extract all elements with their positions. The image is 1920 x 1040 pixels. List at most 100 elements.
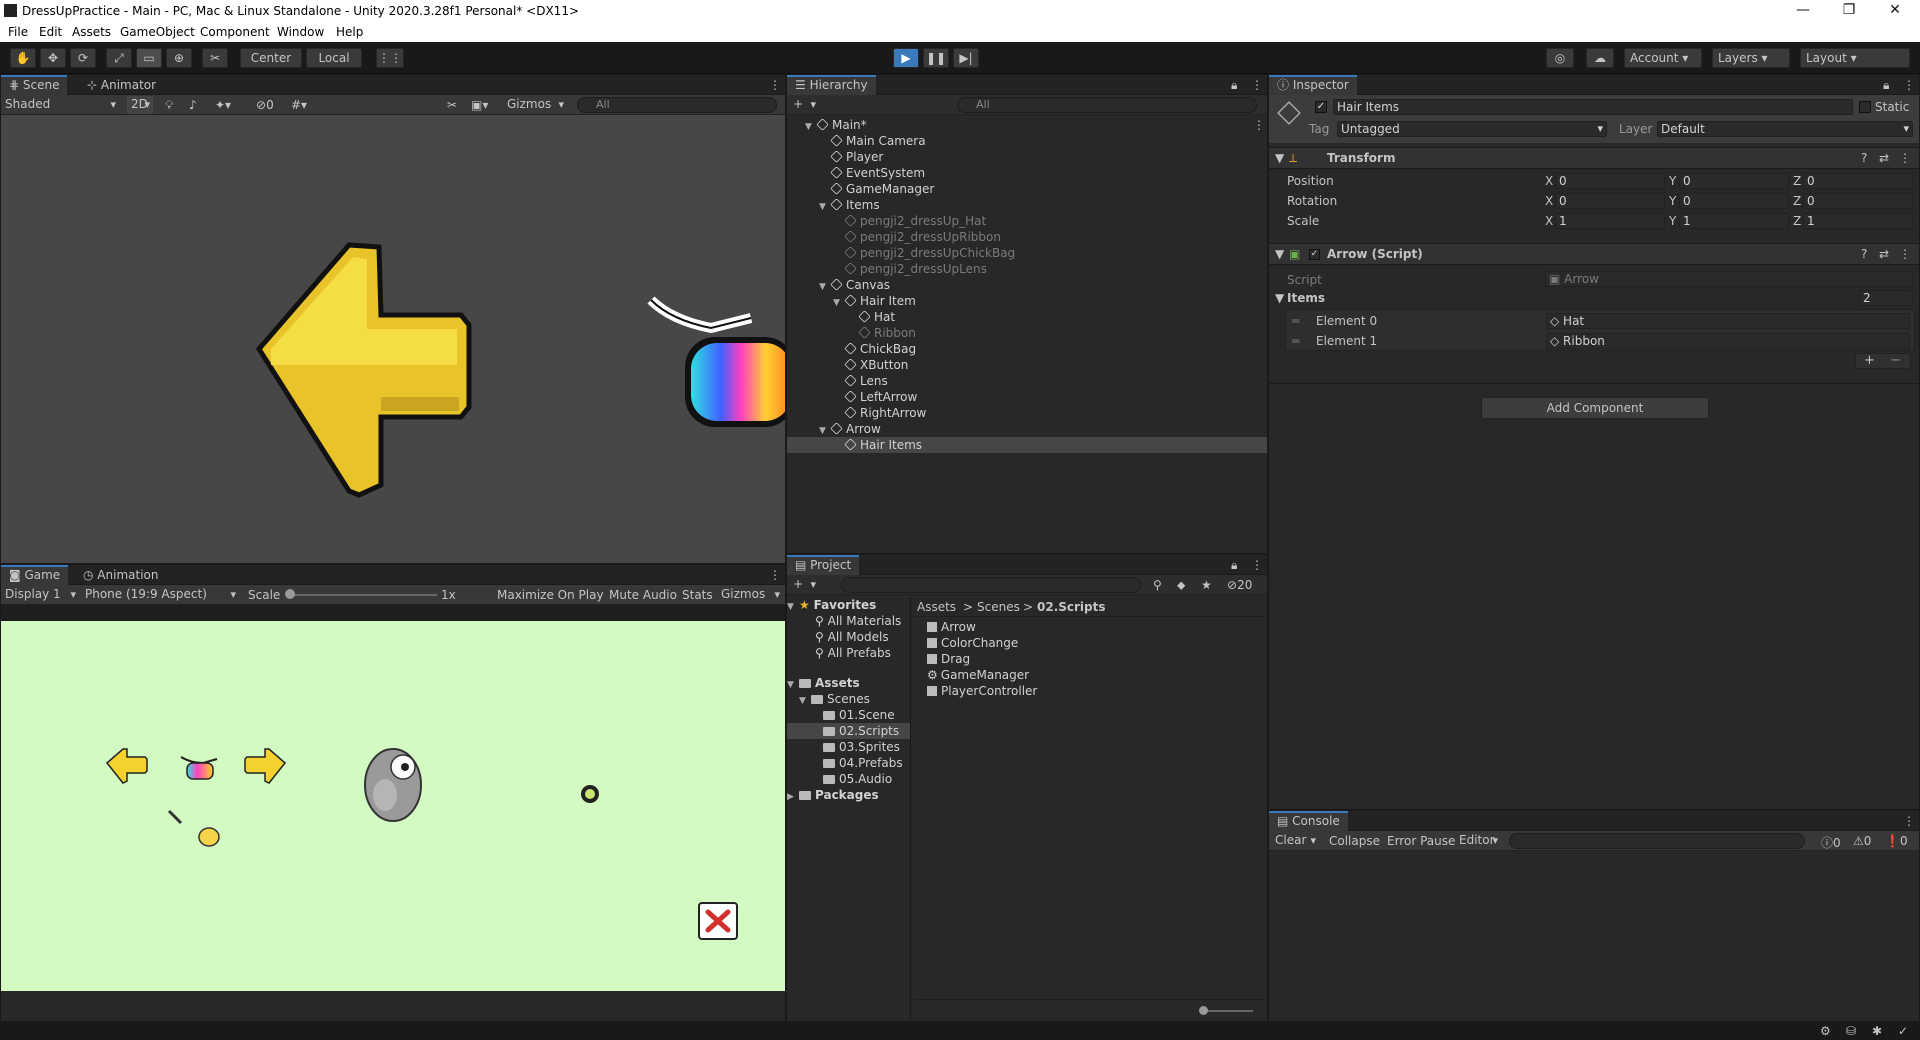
- help-icon[interactable]: ?: [1861, 151, 1867, 165]
- hierarchy-item[interactable]: Hair Items: [787, 437, 1267, 453]
- collapse-toggle[interactable]: Collapse: [1329, 834, 1380, 848]
- hierarchy-item[interactable]: ▼ Main*: [787, 117, 1267, 133]
- hierarchy-item[interactable]: Hat: [787, 309, 1267, 325]
- hierarchy-item[interactable]: XButton: [787, 357, 1267, 373]
- hidden-objects-icon[interactable]: ⊘0: [256, 98, 274, 112]
- mute-audio-toggle[interactable]: Mute Audio: [609, 588, 677, 602]
- help-icon[interactable]: ?: [1861, 247, 1867, 261]
- error-filter-toggle[interactable]: ❗0: [1885, 834, 1908, 848]
- breadcrumb-scenes[interactable]: Scenes: [977, 600, 1020, 614]
- game-menu-icon[interactable]: ⋮: [761, 565, 789, 585]
- aspect-dropdown[interactable]: Phone (19:9 Aspect): [81, 586, 239, 604]
- hierarchy-search-input[interactable]: All: [957, 97, 1257, 113]
- drag-handle-icon[interactable]: ═: [1292, 314, 1299, 328]
- arrow-script-header[interactable]: ▼ ▣ ✓ Arrow (Script) ? ⇄ ⋮: [1269, 243, 1919, 265]
- display-dropdown[interactable]: Display 1: [1, 586, 79, 604]
- warning-filter-toggle[interactable]: ⚠0: [1853, 834, 1871, 848]
- transform-z-field[interactable]: 0: [1803, 193, 1913, 209]
- tab-animation[interactable]: ◷ Animation: [75, 565, 166, 585]
- shading-dropdown[interactable]: Shaded: [1, 96, 119, 114]
- remove-element-button[interactable]: −: [1890, 354, 1901, 367]
- preset-icon[interactable]: ⇄: [1879, 247, 1889, 261]
- menu-help[interactable]: Help: [336, 25, 363, 39]
- items-size-field[interactable]: 2: [1859, 290, 1913, 306]
- cache-icon[interactable]: ⛁: [1846, 1024, 1856, 1038]
- hierarchy-item[interactable]: EventSystem: [787, 165, 1267, 181]
- account-dropdown[interactable]: Account ▾: [1624, 48, 1702, 68]
- fav-all-prefabs[interactable]: ⚲ All Prefabs: [787, 645, 910, 661]
- project-search-input[interactable]: [841, 577, 1141, 593]
- hierarchy-item[interactable]: ▼ Arrow: [787, 421, 1267, 437]
- create-dropdown[interactable]: +: [789, 96, 819, 114]
- hierarchy-menu-icon[interactable]: ⋮: [1243, 75, 1271, 95]
- transform-x-field[interactable]: 0: [1555, 193, 1665, 209]
- element-0-field[interactable]: ◇ Hat: [1546, 313, 1910, 329]
- axis-label-y[interactable]: Y: [1669, 214, 1676, 228]
- transform-z-field[interactable]: 1: [1803, 213, 1913, 229]
- pivot-local-button[interactable]: Local: [306, 48, 362, 68]
- game-viewport[interactable]: [1, 621, 785, 991]
- icon-size-slider-handle[interactable]: [1199, 1006, 1208, 1015]
- breadcrumb-assets[interactable]: Assets: [917, 600, 956, 614]
- camera-icon[interactable]: ▣▾: [471, 98, 488, 112]
- tab-project[interactable]: ▤ Project: [787, 555, 860, 575]
- file-arrow[interactable]: Arrow: [927, 619, 1257, 635]
- scene-row-menu-icon[interactable]: ⋮: [1253, 118, 1265, 132]
- grid-icon[interactable]: #▾: [291, 98, 307, 112]
- hierarchy-item[interactable]: LeftArrow: [787, 389, 1267, 405]
- axis-label-y[interactable]: Y: [1669, 194, 1676, 208]
- gizmos-dropdown[interactable]: Gizmos: [503, 96, 567, 114]
- maximize-on-play-toggle[interactable]: Maximize On Play: [497, 588, 604, 602]
- hierarchy-item[interactable]: Ribbon: [787, 325, 1267, 341]
- preset-icon[interactable]: ⇄: [1879, 151, 1889, 165]
- packages-root[interactable]: ▶ Packages: [787, 787, 910, 803]
- layout-dropdown[interactable]: Layout ▾: [1800, 48, 1910, 68]
- grid-snap-icon[interactable]: ⋮⋮: [376, 48, 404, 68]
- custom-tool-icon[interactable]: ✂: [202, 48, 228, 68]
- rect-tool-icon[interactable]: ▭: [136, 48, 162, 68]
- hierarchy-item[interactable]: pengji2_dressUpRibbon: [787, 229, 1267, 245]
- layer-dropdown[interactable]: Default: [1657, 121, 1913, 137]
- static-checkbox[interactable]: [1859, 101, 1871, 113]
- hidden-packages-icon[interactable]: ⊘20: [1227, 578, 1252, 592]
- tab-animator[interactable]: ⊹ Animator: [79, 75, 164, 95]
- menu-gameobject[interactable]: GameObject: [120, 25, 195, 39]
- tab-game[interactable]: ◙ Game: [1, 565, 69, 585]
- axis-label-z[interactable]: Z: [1793, 214, 1801, 228]
- progress-icon[interactable]: ⚙: [1820, 1024, 1831, 1038]
- icon-size-slider[interactable]: [1203, 1010, 1253, 1012]
- menu-assets[interactable]: Assets: [72, 25, 111, 39]
- add-component-button[interactable]: Add Component: [1481, 397, 1709, 419]
- folder-01-scene[interactable]: 01.Scene: [787, 707, 910, 723]
- console-search-input[interactable]: [1509, 833, 1805, 849]
- error-pause-toggle[interactable]: Error Pause: [1387, 834, 1455, 848]
- folder-05-audio[interactable]: 05.Audio: [787, 771, 910, 787]
- hierarchy-item[interactable]: Player: [787, 149, 1267, 165]
- minimize-icon[interactable]: —: [1780, 0, 1826, 22]
- tab-console[interactable]: ▤ Console: [1269, 811, 1348, 831]
- move-tool-icon[interactable]: ✥: [40, 48, 66, 68]
- layers-dropdown[interactable]: Layers ▾: [1712, 48, 1790, 68]
- favorite-star-icon[interactable]: ★: [1201, 578, 1212, 592]
- folder-02-scripts[interactable]: 02.Scripts: [787, 723, 910, 739]
- axis-label-x[interactable]: X: [1545, 174, 1553, 188]
- console-menu-icon[interactable]: ⋮: [1895, 811, 1920, 831]
- fav-all-models[interactable]: ⚲ All Models: [787, 629, 910, 645]
- scenes-folder[interactable]: ▼ Scenes: [787, 691, 910, 707]
- transform-tool-icon[interactable]: ⊕: [166, 48, 192, 68]
- scale-tool-icon[interactable]: ⤢: [106, 48, 132, 68]
- menu-window[interactable]: Window: [277, 25, 324, 39]
- scene-menu-icon[interactable]: ⋮: [761, 75, 789, 95]
- pause-button[interactable]: ❚❚: [923, 48, 949, 68]
- file-colorchange[interactable]: ColorChange: [927, 635, 1257, 651]
- script-enabled-checkbox[interactable]: ✓: [1309, 249, 1320, 260]
- close-window-icon[interactable]: ✕: [1872, 0, 1918, 22]
- axis-label-z[interactable]: Z: [1793, 194, 1801, 208]
- tag-dropdown[interactable]: Untagged: [1337, 121, 1607, 137]
- debug-icon[interactable]: ✱: [1872, 1024, 1882, 1038]
- axis-label-y[interactable]: Y: [1669, 174, 1676, 188]
- items-list-header[interactable]: ▼ Items 2: [1269, 289, 1919, 307]
- menu-edit[interactable]: Edit: [39, 25, 62, 39]
- element-1-field[interactable]: ◇ Ribbon: [1546, 333, 1910, 349]
- transform-x-field[interactable]: 0: [1555, 173, 1665, 189]
